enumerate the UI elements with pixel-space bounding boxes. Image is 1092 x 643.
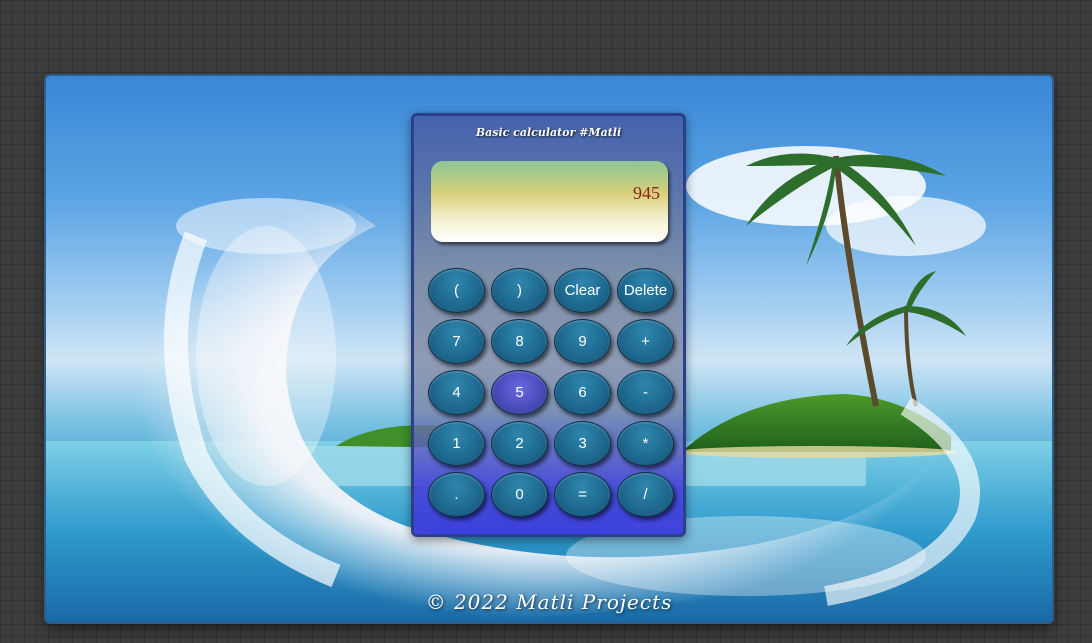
key-equals-button[interactable]: = <box>554 472 611 517</box>
calculator: Basic calculator #Matli 945 () Clear Delet… <box>411 113 686 537</box>
key-plus-button[interactable]: + <box>617 319 674 364</box>
calculator-title: Basic calculator #Matli <box>475 126 622 139</box>
key-9-button[interactable]: 9 <box>554 319 611 364</box>
display-value: 945 <box>633 183 660 203</box>
footer-copyright: © 2022 Matli Projects <box>425 590 673 614</box>
key-7-button[interactable]: 7 <box>428 319 485 364</box>
key-1-button[interactable]: 1 <box>428 421 485 466</box>
key-minus-button[interactable]: - <box>617 370 674 415</box>
key-clear-button[interactable]: Clear <box>554 268 611 313</box>
key-4-button[interactable]: 4 <box>428 370 485 415</box>
key-decimal-button[interactable]: . <box>428 472 485 517</box>
key-5-button[interactable]: 5 <box>491 370 548 415</box>
key-0-button[interactable]: 0 <box>491 472 548 517</box>
calculator-display: 945 <box>431 161 668 242</box>
key-3-button[interactable]: 3 <box>554 421 611 466</box>
key-delete-button[interactable]: Delete <box>617 268 674 313</box>
key-close-paren-button[interactable]: ) <box>491 268 548 313</box>
key-8-button[interactable]: 8 <box>491 319 548 364</box>
key-multiply-button[interactable]: * <box>617 421 674 466</box>
key-open-paren-button[interactable]: ( <box>428 268 485 313</box>
key-6-button[interactable]: 6 <box>554 370 611 415</box>
key-divide-button[interactable]: / <box>617 472 674 517</box>
key-2-button[interactable]: 2 <box>491 421 548 466</box>
keypad: () Clear Delete 7 8 9 +4 5 6- 1 2 3 *. 0 = / <box>428 268 678 517</box>
